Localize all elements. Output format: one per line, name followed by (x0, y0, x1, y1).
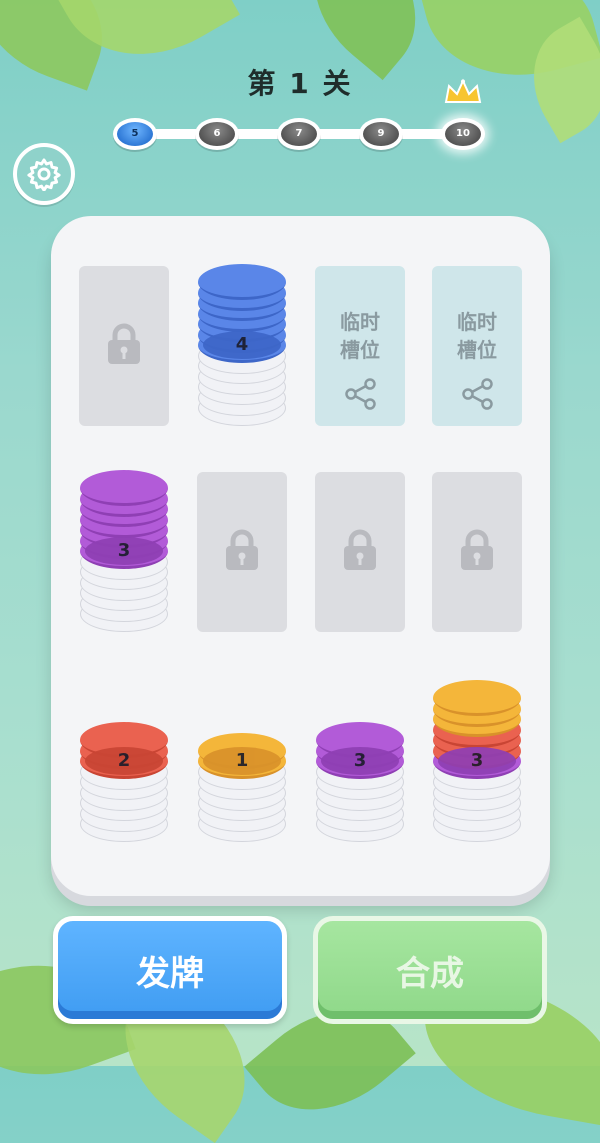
level-title: 第 1 关 (247, 67, 353, 100)
temp-slot[interactable]: 临时 槽位 (432, 266, 522, 426)
merge-button[interactable]: 合成 (313, 916, 547, 1024)
game-board: 4 临时 槽位 临时 槽位 3 2 1 3 3 (51, 216, 550, 896)
chip-count-label: 2 (85, 747, 163, 775)
gear-icon (27, 158, 61, 191)
chip-count-label: 3 (321, 747, 399, 775)
chip (80, 470, 168, 506)
chip-slot[interactable]: 2 (79, 666, 169, 842)
level-chip: 6 (199, 122, 235, 146)
chip-count-label: 1 (203, 747, 281, 775)
progress-node-final: 10 (441, 118, 485, 150)
chip-slot[interactable]: 4 (197, 264, 287, 426)
progress-node: 5 (113, 118, 157, 150)
lock-icon (342, 528, 378, 576)
deal-button[interactable]: 发牌 (53, 916, 287, 1024)
chip (433, 680, 521, 716)
progress-node: 7 (277, 118, 321, 150)
locked-slot[interactable] (197, 472, 287, 632)
lock-icon (459, 528, 495, 576)
progress-node: 6 (195, 118, 239, 150)
share-icon (344, 378, 378, 414)
chip-count-label: 3 (85, 537, 163, 565)
chip-count-label: 4 (203, 331, 281, 359)
level-chip: 9 (363, 122, 399, 146)
chip-count-label: 3 (438, 747, 516, 775)
share-icon (461, 378, 495, 414)
progress-node: 9 (359, 118, 403, 150)
temp-slot-label: 临时 槽位 (340, 310, 380, 362)
chip (198, 264, 286, 300)
chip-slot[interactable]: 3 (432, 666, 522, 842)
locked-slot[interactable] (432, 472, 522, 632)
chip-slot[interactable]: 1 (197, 666, 287, 842)
lock-icon (106, 322, 142, 370)
level-chip: 10 (445, 122, 481, 146)
level-progress: 5 6 7 9 10 (110, 116, 490, 152)
temp-slot-label: 临时 槽位 (457, 310, 497, 362)
level-chip: 7 (281, 122, 317, 146)
crown-icon (444, 78, 482, 103)
locked-slot[interactable] (315, 472, 405, 632)
locked-slot[interactable] (79, 266, 169, 426)
settings-button[interactable] (13, 143, 75, 205)
temp-slot[interactable]: 临时 槽位 (315, 266, 405, 426)
lock-icon (224, 528, 260, 576)
chip-slot[interactable]: 3 (79, 470, 169, 632)
level-chip: 5 (117, 122, 153, 146)
chip-slot[interactable]: 3 (315, 666, 405, 842)
